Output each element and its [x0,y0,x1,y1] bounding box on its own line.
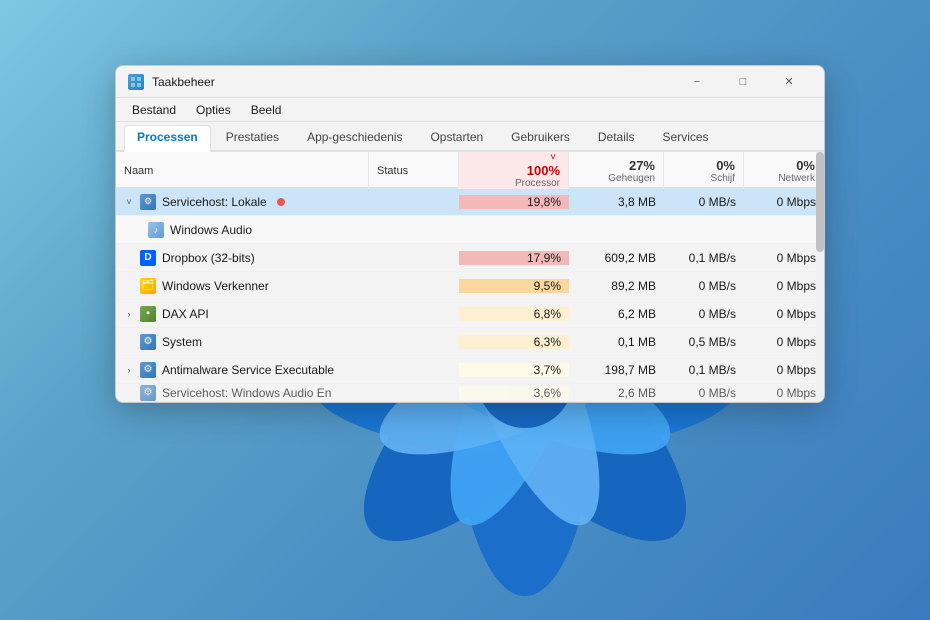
process-name: System [162,335,202,349]
tab-opstarten[interactable]: Opstarten [417,125,496,150]
scrollbar-thumb[interactable] [816,152,824,252]
tab-prestaties[interactable]: Prestaties [213,125,292,150]
process-icon: ⚙ [140,385,156,401]
minimize-button[interactable]: − [674,66,720,98]
window-title: Taakbeheer [152,75,674,89]
expand-icon[interactable]: › [124,309,134,319]
tab-details[interactable]: Details [585,125,648,150]
process-name: Servicehost: Windows Audio En [162,386,331,400]
process-cpu: 9,5% [459,279,569,293]
process-cpu: 3,6% [459,386,569,400]
process-name-cell: ♪ Windows Audio [116,222,369,238]
table-row[interactable]: › ⚙ Servicehost: Windows Audio En 3,6% 2… [116,384,824,402]
process-net: 0 Mbps [744,335,824,349]
menu-opties[interactable]: Opties [188,101,239,119]
process-disk: 0 MB/s [664,386,744,400]
process-net: 0 Mbps [744,363,824,377]
table-row[interactable]: › ▪ DAX API 6,8% 6,2 MB 0 MB/s 0 Mbps [116,300,824,328]
process-name: Dropbox (32-bits) [162,251,255,265]
process-icon: ▪ [140,306,156,322]
process-disk: 0,1 MB/s [664,251,744,265]
process-cpu: 3,7% [459,363,569,377]
process-cpu: 17,9% [459,251,569,265]
expand-icon[interactable]: › [124,365,134,375]
process-icon: ⚙ [140,334,156,350]
process-net: 0 Mbps [744,279,824,293]
process-disk: 0,1 MB/s [664,363,744,377]
process-net: 0 Mbps [744,251,824,265]
table-row[interactable]: › D Dropbox (32-bits) 17,9% 609,2 MB 0,1… [116,244,824,272]
col-geheugen[interactable]: 27% Geheugen [569,152,664,189]
process-mem: 0,1 MB [569,335,664,349]
process-icon: ♪ [148,222,164,238]
table-row[interactable]: › ⚙ System 6,3% 0,1 MB 0,5 MB/s 0 Mbps [116,328,824,356]
menu-beeld[interactable]: Beeld [243,101,290,119]
process-icon: D [140,250,156,266]
process-disk: 0,5 MB/s [664,335,744,349]
table-row[interactable]: ♪ Windows Audio [116,216,824,244]
process-disk: 0 MB/s [664,307,744,321]
menubar: Bestand Opties Beeld [116,98,824,122]
process-net: 0 Mbps [744,307,824,321]
process-icon: 🗂 [140,278,156,294]
process-mem: 6,2 MB [569,307,664,321]
process-disk: 0 MB/s [664,279,744,293]
col-netwerk[interactable]: 0% Netwerk [744,152,824,189]
process-disk: 0 MB/s [664,195,744,209]
titlebar: Taakbeheer − □ ✕ [116,66,824,98]
column-headers: Naam Status ˅ 100% Processor 27% Geheuge… [116,152,824,188]
tab-gebruikers[interactable]: Gebruikers [498,125,583,150]
table-row[interactable]: › ⚙ Antimalware Service Executable 3,7% … [116,356,824,384]
tabbar: Processen Prestaties App-geschiedenis Op… [116,122,824,152]
app-icon [128,74,144,90]
process-name-cell: › D Dropbox (32-bits) [116,250,369,266]
process-name: DAX API [162,307,209,321]
close-button[interactable]: ✕ [766,66,812,98]
process-icon: ⚙ [140,362,156,378]
process-name-cell: › 🗂 Windows Verkenner [116,278,369,294]
process-net: 0 Mbps [744,386,824,400]
process-mem: 89,2 MB [569,279,664,293]
process-mem: 3,8 MB [569,195,664,209]
process-name-cell: ˅ ⚙ Servicehost: Lokale [116,194,369,210]
tab-processen[interactable]: Processen [124,125,211,152]
table-body: ˅ ⚙ Servicehost: Lokale 19,8% 3,8 MB 0 M… [116,188,824,402]
process-table: Naam Status ˅ 100% Processor 27% Geheuge… [116,152,824,402]
process-mem: 2,6 MB [569,386,664,400]
process-mem: 609,2 MB [569,251,664,265]
process-name-cell: › ⚙ System [116,334,369,350]
process-name: Antimalware Service Executable [162,363,334,377]
status-dot [277,198,285,206]
maximize-button[interactable]: □ [720,66,766,98]
table-row[interactable]: ˅ ⚙ Servicehost: Lokale 19,8% 3,8 MB 0 M… [116,188,824,216]
process-mem: 198,7 MB [569,363,664,377]
process-name: Servicehost: Lokale [162,195,267,209]
sort-arrow-icon: ˅ [550,152,556,163]
window-controls: − □ ✕ [674,66,812,98]
process-name-cell: › ▪ DAX API [116,306,369,322]
process-name: Windows Audio [170,223,252,237]
process-net: 0 Mbps [744,195,824,209]
scrollbar-track[interactable] [816,152,824,402]
tab-appgeschiedenis[interactable]: App-geschiedenis [294,125,415,150]
col-naam[interactable]: Naam [116,152,369,189]
process-icon: ⚙ [140,194,156,210]
process-cpu: 6,3% [459,335,569,349]
process-cpu: 6,8% [459,307,569,321]
expand-icon[interactable]: ˅ [124,197,134,207]
task-manager-window: Taakbeheer − □ ✕ Bestand Opties Beeld Pr… [115,65,825,403]
col-processor[interactable]: ˅ 100% Processor [459,152,569,189]
table-row[interactable]: › 🗂 Windows Verkenner 9,5% 89,2 MB 0 MB/… [116,272,824,300]
process-cpu: 19,8% [459,195,569,209]
tab-services[interactable]: Services [650,125,722,150]
menu-bestand[interactable]: Bestand [124,101,184,119]
process-name-cell: › ⚙ Antimalware Service Executable [116,362,369,378]
col-status[interactable]: Status [369,152,459,189]
process-name-cell: › ⚙ Servicehost: Windows Audio En [116,385,369,401]
process-name: Windows Verkenner [162,279,269,293]
col-schijf[interactable]: 0% Schijf [664,152,744,189]
